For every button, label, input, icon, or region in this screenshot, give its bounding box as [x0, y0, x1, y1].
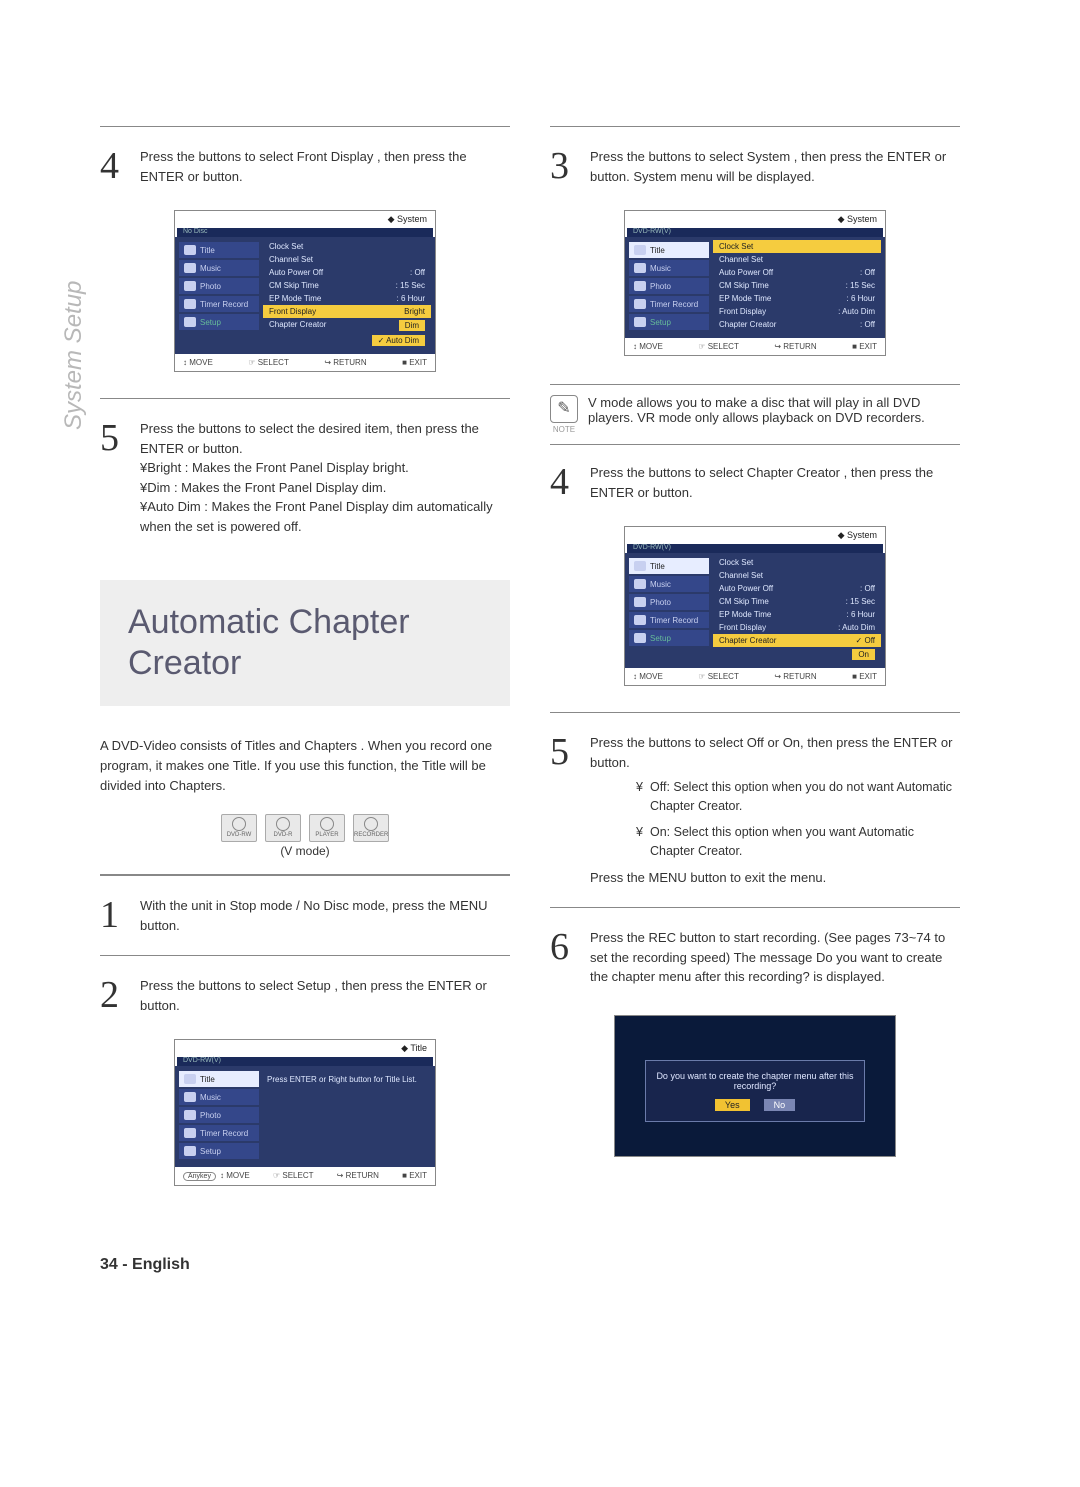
osd-nav-music: Music: [179, 260, 259, 276]
media-dvdr: DVD-R: [265, 814, 301, 842]
media-dvdrw: DVD-RW: [221, 814, 257, 842]
osd-nav-photo: Photo: [179, 278, 259, 294]
intro-text: A DVD-Video consists of Titles and Chapt…: [100, 736, 510, 796]
note-block: ✎ NOTE V mode allows you to make a disc …: [550, 384, 960, 445]
dialog-message: Do you want to create the chapter menu a…: [652, 1071, 858, 1091]
osd-title: ◆ Title DVD-RW(V) Title Music Photo Time…: [174, 1039, 436, 1186]
dialog-no-button[interactable]: No: [764, 1099, 796, 1111]
section-tab: System Setup: [60, 281, 88, 430]
page-number: 34 - English: [100, 1256, 510, 1274]
note-icon: ✎: [550, 395, 578, 423]
right-step-6: 6 Press the REC button to start recordin…: [550, 928, 960, 987]
osd-nav-setup: Setup: [179, 314, 259, 330]
right-step-4: 4 Press the buttons to select Chapter Cr…: [550, 463, 960, 502]
left-step-4: 4 Press the buttons to select Front Disp…: [100, 147, 510, 186]
right-column: 3 Press the buttons to select System , t…: [550, 120, 960, 1274]
left-column: 4 Press the buttons to select Front Disp…: [100, 120, 510, 1274]
osd-chapter-creator: ◆ System DVD-RW(V) Title Music Photo Tim…: [624, 526, 886, 686]
confirm-dialog: Do you want to create the chapter menu a…: [614, 1015, 896, 1157]
step-number: 4: [100, 147, 130, 185]
media-recorder: RECORDER: [353, 814, 389, 842]
left-step-2: 2 Press the buttons to select Setup , th…: [100, 976, 510, 1015]
media-player: PLAYER: [309, 814, 345, 842]
dialog-yes-button[interactable]: Yes: [715, 1099, 750, 1111]
media-icons: DVD-RW DVD-R PLAYER RECORDER: [100, 814, 510, 842]
section-heading: Automatic Chapter Creator: [100, 580, 510, 706]
osd-nav-timer: Timer Record: [179, 296, 259, 312]
osd-system-front-display: ◆ System No Disc Title Music Photo Timer…: [174, 210, 436, 372]
left-step-1: 1 With the unit in Stop mode / No Disc m…: [100, 896, 510, 935]
osd-system-clock: ◆ System DVD-RW(V) Title Music Photo Tim…: [624, 210, 886, 356]
right-step-3: 3 Press the buttons to select System , t…: [550, 147, 960, 186]
right-step-5: 5 Press the buttons to select Off or On,…: [550, 733, 960, 887]
left-step-5: 5 Press the buttons to select the desire…: [100, 419, 510, 536]
osd-nav-title: Title: [179, 242, 259, 258]
